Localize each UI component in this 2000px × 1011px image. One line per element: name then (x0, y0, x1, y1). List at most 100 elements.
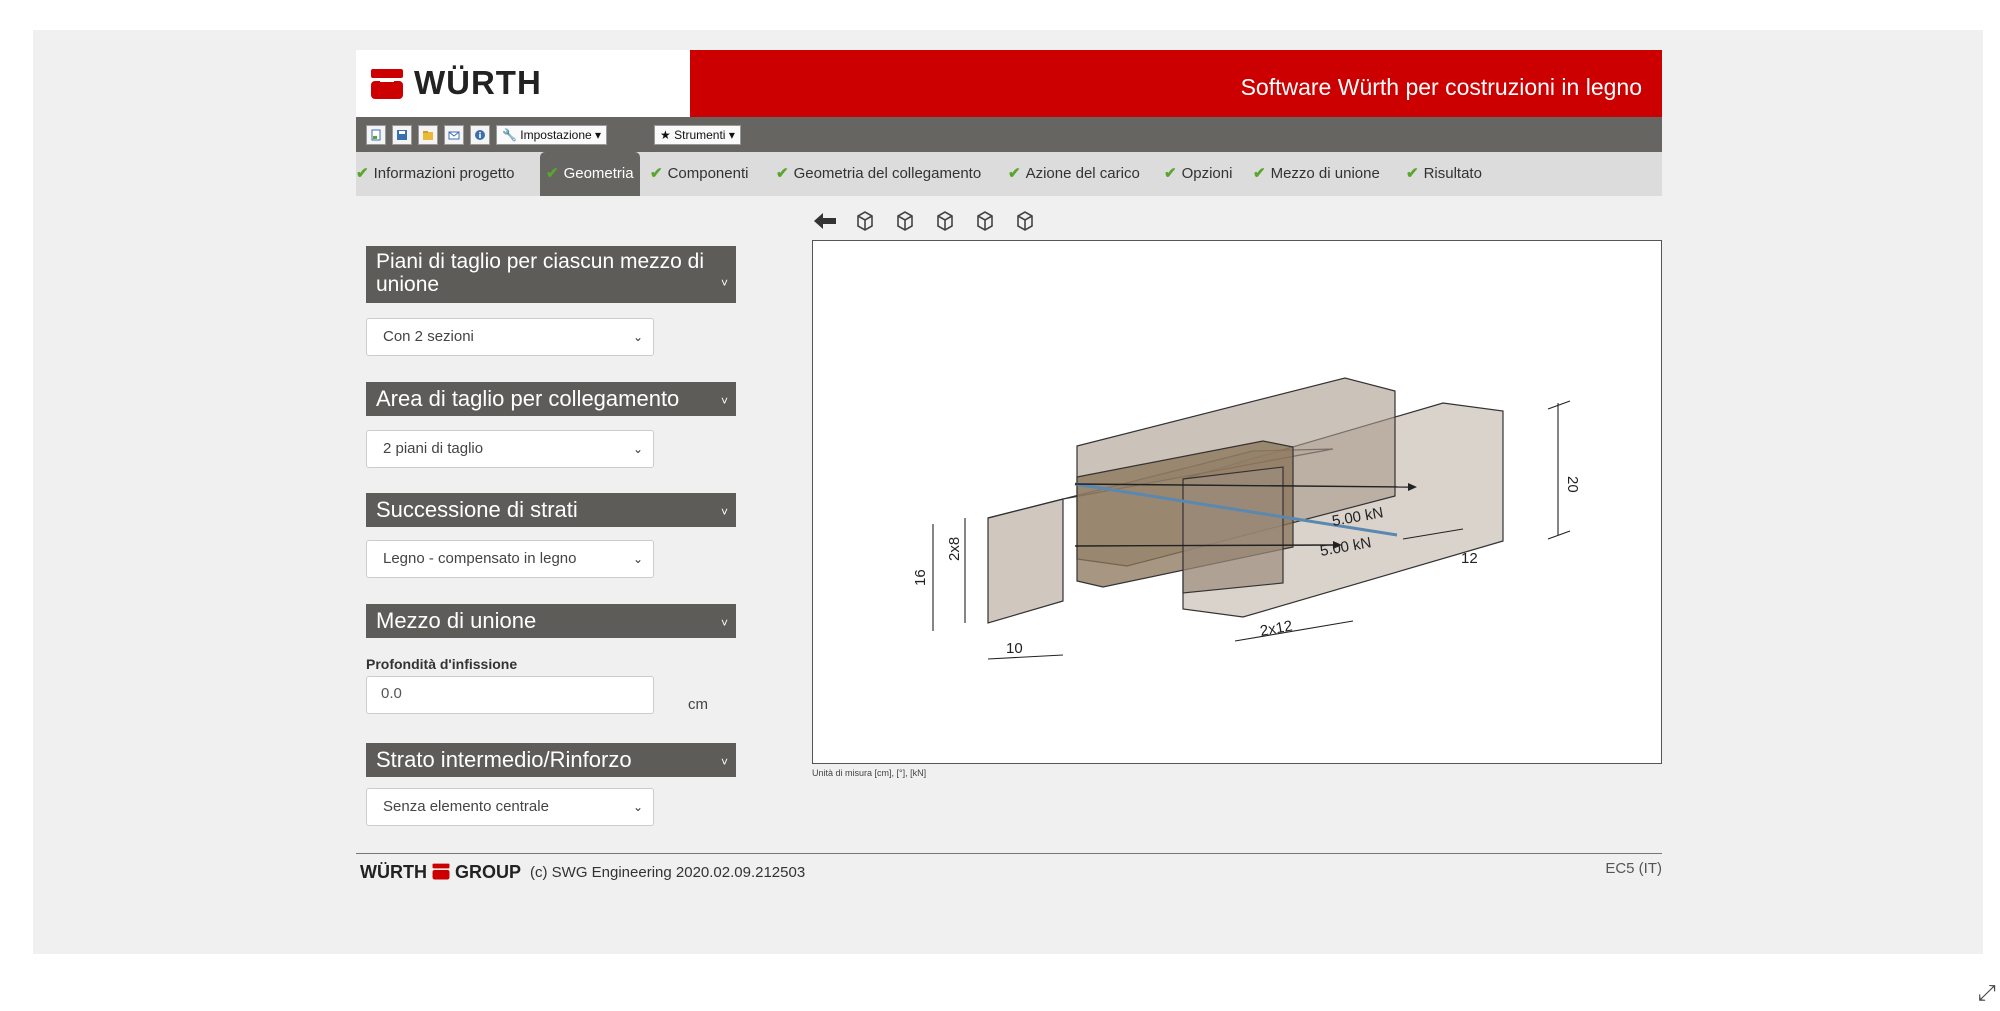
geometry-viewer[interactable]: 20 16 2x8 10 12 2x12 5.00 kN 5.00 kN (812, 240, 1662, 764)
tab-azione-del-carico[interactable]: ✔ Azione del carico (1008, 152, 1140, 196)
checkmark-icon: ✔ (1253, 165, 1266, 182)
view-iso-cube-icon[interactable] (972, 208, 998, 234)
view-top-cube-icon[interactable] (932, 208, 958, 234)
new-file-icon (371, 129, 381, 141)
chevron-down-icon: ⌄ (632, 800, 643, 814)
chevron-down-icon: ˅ (720, 616, 728, 630)
dim-label-2x8: 2x8 (946, 537, 963, 561)
tab-componenti[interactable]: ✔ Componenti (650, 152, 748, 196)
shear-area-select[interactable]: 2 piani di taglio ⌄ (366, 430, 654, 468)
email-icon (448, 131, 460, 140)
footer: WÜRTH GROUP (c) SWG Engineering 2020.02.… (356, 860, 1662, 888)
chevron-down-icon: ˅ (720, 505, 728, 519)
section-title: Mezzo di unione (376, 608, 537, 633)
wurth-logo-mark-icon (371, 69, 403, 99)
footer-logo: WÜRTH GROUP (360, 862, 521, 883)
app-title: Software Würth per costruzioni in legno (1240, 74, 1642, 100)
email-button[interactable] (444, 125, 464, 145)
new-file-button[interactable] (366, 125, 386, 145)
step-tabs: ✔ Informazioni progetto ✔ Geometria ✔ Compo… (356, 152, 1662, 196)
checkmark-icon: ✔ (776, 165, 789, 182)
info-button[interactable] (470, 125, 490, 145)
chevron-down-icon: ˅ (720, 394, 728, 408)
tab-label: Geometria (563, 165, 634, 182)
dim-tick (1547, 530, 1571, 540)
checkmark-icon: ✔ (356, 165, 369, 182)
view-3d-cube-icon[interactable] (1012, 208, 1038, 234)
footer-divider (356, 853, 1662, 854)
chevron-down-icon: ˅ (720, 755, 728, 769)
section-title: Successione di strati (376, 497, 578, 522)
tab-geometria[interactable]: ✔ Geometria (540, 152, 640, 196)
chevron-down-icon: ˅ (720, 276, 728, 290)
wurth-logo-mark-icon (432, 863, 450, 880)
dim-label-12: 12 (1461, 550, 1478, 567)
dim-tick (1547, 400, 1571, 410)
logo-text: WÜRTH (414, 64, 542, 101)
select-value: 2 piani di taglio (383, 440, 484, 457)
geometry-drawing: 20 16 2x8 10 12 2x12 5.00 kN 5.00 kN (912, 377, 1581, 660)
open-folder-button[interactable] (418, 125, 438, 145)
tab-label: Mezzo di unione (1270, 165, 1380, 182)
tab-label: Opzioni (1181, 165, 1233, 182)
dim-label-10: 10 (1006, 640, 1023, 657)
timber-member-left (987, 498, 1064, 624)
view-front-cube-icon[interactable] (852, 208, 878, 234)
tab-label: Geometria del collegamento (793, 165, 982, 182)
chevron-down-icon: ⌄ (632, 442, 643, 456)
tools-menu-label: Strumenti (674, 128, 726, 142)
depth-label: Profondità d'infissione (366, 656, 518, 672)
save-icon (397, 130, 407, 140)
dim-line-2x12 (1234, 620, 1354, 642)
intermediate-select[interactable]: Senza elemento centrale ⌄ (366, 788, 654, 826)
section-header-layers[interactable]: Successione di strati ˅ (366, 493, 736, 527)
toolbar: 🔧 Impostazione ▾ ★ Strumenti ▾ (356, 117, 1662, 152)
checkmark-icon: ✔ (546, 165, 559, 182)
wurth-logo: WÜRTH (356, 50, 690, 117)
force-arrow-2 (1074, 544, 1334, 547)
depth-unit: cm (688, 696, 708, 713)
tab-mezzo-di-unione[interactable]: ✔ Mezzo di unione (1253, 152, 1380, 196)
section-header-intermediate[interactable]: Strato intermedio/Rinforzo ˅ (366, 743, 736, 777)
tools-menu[interactable]: ★ Strumenti ▾ (654, 125, 741, 145)
section-title: Strato intermedio/Rinforzo (376, 747, 632, 772)
section-header-shear-area[interactable]: Area di taglio per collegamento ˅ (366, 382, 736, 416)
app-window: WÜRTH Software Würth per costruzioni in … (356, 50, 1662, 890)
select-value: Con 2 sezioni (383, 328, 474, 345)
tab-informazioni-progetto[interactable]: ✔ Informazioni progetto (356, 152, 515, 196)
caret-down-icon: ▾ (728, 128, 735, 142)
footer-copyright: (c) SWG Engineering 2020.02.09.212503 (530, 864, 806, 881)
section-header-shear-planes[interactable]: Piani di taglio per ciascun mezzo di uni… (366, 246, 736, 303)
checkmark-icon: ✔ (650, 165, 663, 182)
chevron-down-icon: ⌄ (632, 552, 643, 566)
tab-opzioni[interactable]: ✔ Opzioni (1164, 152, 1232, 196)
dim-label-16: 16 (912, 569, 929, 586)
tab-label: Componenti (667, 165, 749, 182)
footer-group-text: GROUP (455, 862, 522, 882)
dim-label-2x12: 2x12 (1259, 618, 1294, 640)
select-value: Legno - compensato in legno (383, 550, 577, 567)
tab-label: Risultato (1423, 165, 1482, 182)
tab-label: Informazioni progetto (373, 165, 515, 182)
caret-down-icon: ▾ (595, 128, 602, 142)
checkmark-icon: ✔ (1164, 165, 1177, 182)
wrench-icon: 🔧 (502, 128, 517, 142)
view-side-cube-icon[interactable] (892, 208, 918, 234)
tab-risultato[interactable]: ✔ Risultato (1406, 152, 1482, 196)
resize-icon[interactable]: ⤢ (1978, 980, 1996, 1006)
dim-line-10 (987, 654, 1064, 660)
app-header: WÜRTH Software Würth per costruzioni in … (356, 50, 1662, 117)
settings-menu-label: Impostazione (520, 128, 592, 142)
layers-select[interactable]: Legno - compensato in legno ⌄ (366, 540, 654, 578)
shear-planes-select[interactable]: Con 2 sezioni ⌄ (366, 318, 654, 356)
section-header-fastener[interactable]: Mezzo di unione ˅ (366, 604, 736, 638)
footer-norm: EC5 (IT) (1605, 860, 1662, 877)
star-icon: ★ (660, 128, 671, 142)
depth-input[interactable]: 0.0 (366, 676, 654, 714)
dim-label-20: 20 (1564, 476, 1581, 493)
info-icon (475, 130, 485, 140)
tab-geometria-del-collegamento[interactable]: ✔ Geometria del collegamento (776, 152, 981, 196)
back-arrow-icon[interactable] (812, 208, 838, 234)
save-button[interactable] (392, 125, 412, 145)
settings-menu[interactable]: 🔧 Impostazione ▾ (496, 125, 608, 145)
